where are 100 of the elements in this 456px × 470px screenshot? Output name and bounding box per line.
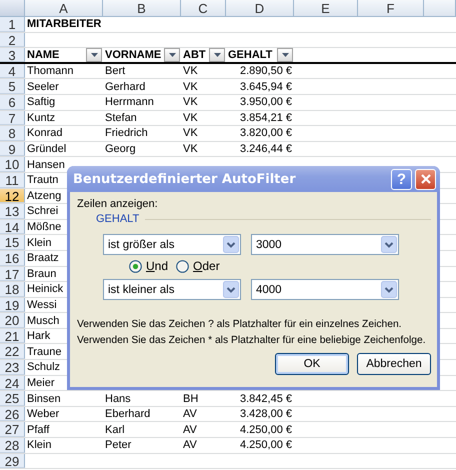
table-cell-text: Musch (26, 314, 60, 328)
table-cell-text: 4.250,00 € (239, 422, 293, 437)
table-cell-text: Herrmann (104, 95, 155, 110)
table-cell-text: VK (182, 80, 199, 94)
table-cell-text: Mößne (26, 220, 62, 234)
table-cell-text: Klein (26, 438, 52, 452)
row-header[interactable]: 28 (0, 438, 25, 453)
table-cell-text: BH (182, 392, 200, 406)
column-title: VORNAME (104, 48, 162, 62)
table-cell-text: 2.890,50 € (239, 64, 293, 78)
row-header[interactable]: 29 (0, 454, 25, 468)
row-header[interactable]: 4 (0, 64, 25, 78)
table-cell-text: VK (182, 64, 199, 78)
row-header[interactable]: 2 (0, 32, 25, 48)
window-title: Benutzerdefinierter AutoFilter (73, 172, 297, 186)
table-cell-text: Thomann (26, 64, 74, 78)
prompt-label: Zeilen anzeigen: (77, 198, 159, 210)
table-cell-text: Gründel (26, 142, 68, 156)
dropdown-arrow-icon (90, 53, 98, 58)
row-header[interactable]: 27 (0, 422, 25, 438)
column-header[interactable]: C (181, 0, 226, 17)
row-header[interactable]: 15 (0, 235, 25, 250)
table-cell-text: Pfaff (26, 422, 50, 437)
row-header[interactable]: 26 (0, 406, 25, 422)
dropdown-arrow-icon (282, 53, 288, 58)
table-cell-text: Braatz (26, 251, 60, 266)
table-cell-text: Karl (104, 422, 126, 437)
value-dropdown[interactable]: 3000 (251, 234, 399, 255)
row-header[interactable]: 23 (0, 360, 25, 375)
radio-option[interactable]: Und (129, 259, 168, 273)
row-header[interactable]: 20 (0, 313, 25, 328)
row-header[interactable]: 17 (0, 266, 25, 282)
row-header[interactable]: 19 (0, 298, 25, 312)
table-cell-text: Atzeng (26, 188, 62, 203)
table-cell-text: Georg (104, 142, 137, 156)
operator-dropdown[interactable]: ist größer als (103, 234, 241, 255)
row-header[interactable]: 3 (0, 48, 25, 62)
group-label: GEHALT (96, 213, 140, 225)
row-header[interactable]: 9 (0, 142, 25, 156)
column-title: NAME (26, 48, 60, 62)
column-title: GEHALT (227, 48, 274, 62)
operator-dropdown[interactable]: ist kleiner als (103, 279, 241, 300)
row-header[interactable]: 22 (0, 344, 25, 360)
value-dropdown[interactable]: 4000 (251, 279, 399, 300)
row-header[interactable]: 7 (0, 110, 25, 126)
table-cell-text: Hark (26, 329, 52, 344)
table-cell-text: Weber (26, 407, 60, 422)
column-header[interactable]: A (25, 0, 103, 17)
column-header[interactable]: B (103, 0, 181, 17)
filter-dropdown-button[interactable] (209, 48, 225, 62)
table-cell-text: Konrad (26, 126, 64, 140)
table-cell-text: AV (182, 407, 198, 422)
table-cell-text: Gerhard (104, 80, 146, 94)
table-cell-text: Braun (26, 266, 58, 281)
dialog-button[interactable]: Abbrechen (357, 353, 431, 375)
row-header[interactable]: 25 (0, 391, 25, 406)
table-cell-text: Schrei (26, 204, 60, 218)
table-cell-text: AV (182, 422, 198, 437)
row-header[interactable]: 24 (0, 376, 25, 390)
close-icon (420, 173, 432, 185)
table-cell-text: Trautn (26, 173, 60, 188)
radio-option[interactable]: Oder (176, 259, 220, 273)
table-cell-text: 4.250,00 € (239, 438, 293, 452)
dialog-button[interactable]: OK (275, 353, 349, 375)
column-header[interactable]: F (358, 0, 424, 17)
filter-dropdown-button[interactable] (277, 48, 293, 62)
table-cell-text: Stefan (104, 110, 138, 125)
table-cell-text: Friedrich (104, 126, 149, 140)
row-header[interactable]: 8 (0, 126, 25, 141)
filter-dropdown-button[interactable] (164, 48, 180, 62)
column-header[interactable]: D (226, 0, 294, 17)
table-cell-text: 3.854,21 € (239, 110, 293, 125)
hint-text: Verwenden Sie das Zeichen * als Platzhalter für eine beliebige Zeichenfolge. (77, 334, 427, 348)
row-header[interactable]: 12 (0, 188, 25, 204)
table-cell-text: VK (182, 95, 199, 110)
table-cell-text: Binsen (26, 392, 62, 406)
row-header[interactable]: 13 (0, 204, 25, 219)
row-header[interactable]: 10 (0, 157, 25, 172)
table-cell-text: Saftig (26, 95, 56, 110)
table-cell-text: VK (182, 142, 199, 156)
table-cell-text: Wessi (26, 298, 58, 312)
filter-dropdown-button[interactable] (86, 48, 102, 62)
dropdown-arrow-icon (168, 53, 176, 58)
table-cell-text: 3.820,00 € (239, 126, 293, 140)
close-button[interactable] (415, 168, 436, 190)
row-header[interactable]: 5 (0, 79, 25, 94)
column-title: ABT (182, 48, 207, 62)
dropdown-arrow-icon (214, 53, 220, 58)
row-header[interactable]: 18 (0, 282, 25, 297)
row-header[interactable]: 21 (0, 328, 25, 344)
row-header[interactable]: 6 (0, 94, 25, 110)
table-cell-text: Meier (26, 376, 56, 390)
table-cell-text: Schulz (26, 360, 62, 374)
table-cell-text: Heinick (26, 282, 64, 296)
row-header[interactable]: 1 (0, 17, 25, 32)
column-header[interactable]: E (294, 0, 358, 17)
row-header[interactable]: 16 (0, 250, 25, 266)
row-header[interactable]: 14 (0, 220, 25, 234)
table-cell-text: VK (182, 110, 199, 125)
row-header[interactable]: 11 (0, 172, 25, 188)
